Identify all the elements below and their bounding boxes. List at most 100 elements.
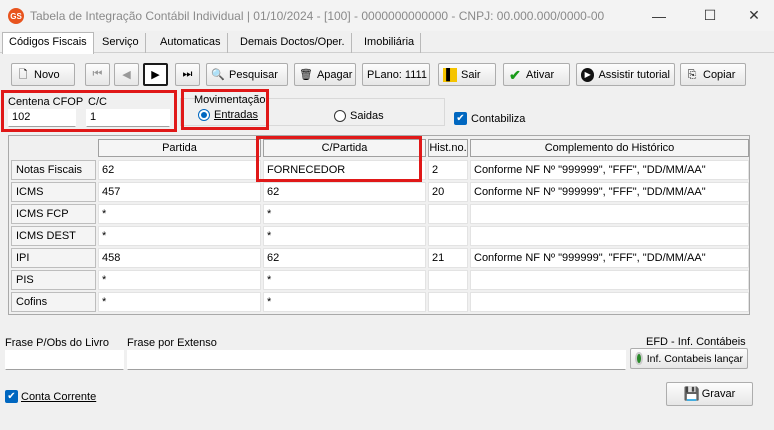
complemento-cell[interactable] xyxy=(470,204,749,224)
contabiliza-label[interactable]: Contabiliza xyxy=(471,113,525,125)
hist-cell[interactable] xyxy=(428,226,468,246)
pesquisar-label: Pesquisar xyxy=(229,68,278,81)
tab-automaticas[interactable]: Automaticas xyxy=(154,33,228,53)
efd-label: EFD - Inf. Contábeis xyxy=(646,336,746,348)
partida-cell[interactable]: * xyxy=(98,270,261,290)
complemento-cell[interactable]: Conforme NF Nº "999999", "FFF", "DD/MM/A… xyxy=(470,248,749,268)
copy-icon: ⎘ xyxy=(687,68,697,81)
cpartida-cell[interactable]: * xyxy=(263,292,426,312)
app-logo-icon: GS xyxy=(8,8,24,24)
ativar-button[interactable]: ✔ Ativar xyxy=(503,63,570,86)
tab-codigos-fiscais[interactable]: Códigos Fiscais xyxy=(2,32,94,54)
frase-obs-input[interactable] xyxy=(5,350,124,370)
maximize-button[interactable]: ☐ xyxy=(687,0,733,31)
copiar-button[interactable]: ⎘ Copiar xyxy=(680,63,746,86)
first-record-button[interactable]: ⏮ xyxy=(85,63,110,86)
next-icon: ▶ xyxy=(151,69,160,81)
novo-label: Novo xyxy=(34,68,60,81)
tab-servico[interactable]: Serviço xyxy=(96,33,146,53)
novo-button[interactable]: 🗋 Novo xyxy=(11,63,75,86)
inf-contabeis-label: Inf. Contabeis lançar xyxy=(646,352,743,365)
partida-cell[interactable]: 62 xyxy=(98,160,261,180)
frase-extenso-label: Frase por Extenso xyxy=(127,337,217,349)
row-label: Notas Fiscais xyxy=(11,160,96,180)
partida-cell[interactable]: * xyxy=(98,292,261,312)
previous-record-button[interactable]: ◀ xyxy=(114,63,139,86)
highlight-box-movimentacao xyxy=(181,89,269,130)
complemento-cell[interactable] xyxy=(470,292,749,312)
first-icon: ⏮ xyxy=(92,68,103,80)
last-icon: ⏭ xyxy=(182,68,193,80)
cpartida-cell[interactable]: 62 xyxy=(263,182,426,202)
hist-cell[interactable] xyxy=(428,204,468,224)
hist-cell[interactable] xyxy=(428,270,468,290)
save-disk-icon: 💾 xyxy=(683,386,700,401)
row-label: ICMS FCP xyxy=(11,204,96,224)
column-header-partida: Partida xyxy=(98,139,261,157)
partida-cell[interactable]: * xyxy=(98,226,261,246)
highlight-box-cfop xyxy=(1,90,177,132)
row-label: PIS xyxy=(11,270,96,290)
hist-cell[interactable] xyxy=(428,292,468,312)
column-header-complemento: Complemento do Histórico xyxy=(470,139,749,157)
cpartida-cell[interactable]: * xyxy=(263,204,426,224)
highlight-box-cpartida xyxy=(256,136,422,182)
sair-label: Sair xyxy=(461,68,481,81)
new-document-icon: 🗋 xyxy=(18,68,28,81)
frase-extenso-input[interactable] xyxy=(127,350,626,370)
assistir-label: Assistir tutorial xyxy=(598,68,670,81)
sair-button[interactable]: ▌ Sair xyxy=(438,63,496,86)
conta-corrente-label[interactable]: Conta Corrente xyxy=(21,391,96,403)
previous-icon: ◀ xyxy=(122,69,131,81)
frase-obs-label: Frase P/Obs do Livro xyxy=(5,337,109,349)
copiar-label: Copiar xyxy=(703,68,736,81)
trash-icon: 🗑 xyxy=(299,68,313,81)
row-label: ICMS DEST xyxy=(11,226,96,246)
hist-cell[interactable]: 2 xyxy=(428,160,468,180)
gravar-button[interactable]: 💾 Gravar xyxy=(666,382,753,406)
complemento-cell[interactable]: Conforme NF Nº "999999", "FFF", "DD/MM/A… xyxy=(470,182,749,202)
row-label: IPI xyxy=(11,248,96,268)
column-header-hist: Hist.no. xyxy=(428,139,468,157)
hist-cell[interactable]: 20 xyxy=(428,182,468,202)
checkmark-icon: ✔ xyxy=(509,66,521,83)
apagar-button[interactable]: 🗑 Apagar xyxy=(294,63,356,86)
window-title: Tabela de Integração Contábil Individual… xyxy=(30,9,605,23)
complemento-cell[interactable] xyxy=(470,226,749,246)
apagar-label: Apagar xyxy=(316,68,353,81)
play-icon: ▶ xyxy=(581,67,595,82)
exit-door-icon: ▌ xyxy=(443,67,457,82)
gravar-label: Gravar xyxy=(701,388,736,400)
plano-label: PLano: 1111 xyxy=(367,68,427,81)
row-label: Cofins xyxy=(11,292,96,312)
assistir-tutorial-button[interactable]: ▶ Assistir tutorial xyxy=(576,63,675,86)
cpartida-cell[interactable]: * xyxy=(263,226,426,246)
last-record-button[interactable]: ⏭ xyxy=(175,63,200,86)
partida-cell[interactable]: * xyxy=(98,204,261,224)
partida-cell[interactable]: 457 xyxy=(98,182,261,202)
cpartida-cell[interactable]: * xyxy=(263,270,426,290)
tab-demais-doctos[interactable]: Demais Doctos/Oper. xyxy=(234,33,352,53)
tab-imobiliaria[interactable]: Imobiliária xyxy=(358,33,422,53)
row-label: ICMS xyxy=(11,182,96,202)
status-dot-icon xyxy=(635,352,643,365)
toolbar: 🗋 Novo ⏮ ◀ ▶ ⏭ 🔍 Pesquisar 🗑 Apagar PLan… xyxy=(0,55,774,91)
cpartida-cell[interactable]: 62 xyxy=(263,248,426,268)
plano-button[interactable]: PLano: 1111 xyxy=(362,63,430,86)
partida-cell[interactable]: 458 xyxy=(98,248,261,268)
saidas-label[interactable]: Saidas xyxy=(350,110,384,122)
saidas-radio[interactable] xyxy=(334,110,346,122)
contabiliza-checkbox[interactable]: ✔ xyxy=(454,112,467,125)
close-button[interactable]: ✕ xyxy=(731,0,774,31)
search-icon: 🔍 xyxy=(211,68,225,81)
inf-contabeis-button[interactable]: Inf. Contabeis lançar xyxy=(630,348,748,369)
pesquisar-button[interactable]: 🔍 Pesquisar xyxy=(206,63,288,86)
complemento-cell[interactable]: Conforme NF Nº "999999", "FFF", "DD/MM/A… xyxy=(470,160,749,180)
complemento-cell[interactable] xyxy=(470,270,749,290)
conta-corrente-checkbox[interactable]: ✔ xyxy=(5,390,18,403)
next-record-button[interactable]: ▶ xyxy=(143,63,168,86)
hist-cell[interactable]: 21 xyxy=(428,248,468,268)
title-bar: GS Tabela de Integração Contábil Individ… xyxy=(0,0,774,31)
ativar-label: Ativar xyxy=(526,68,555,81)
minimize-button[interactable]: — xyxy=(636,0,682,31)
